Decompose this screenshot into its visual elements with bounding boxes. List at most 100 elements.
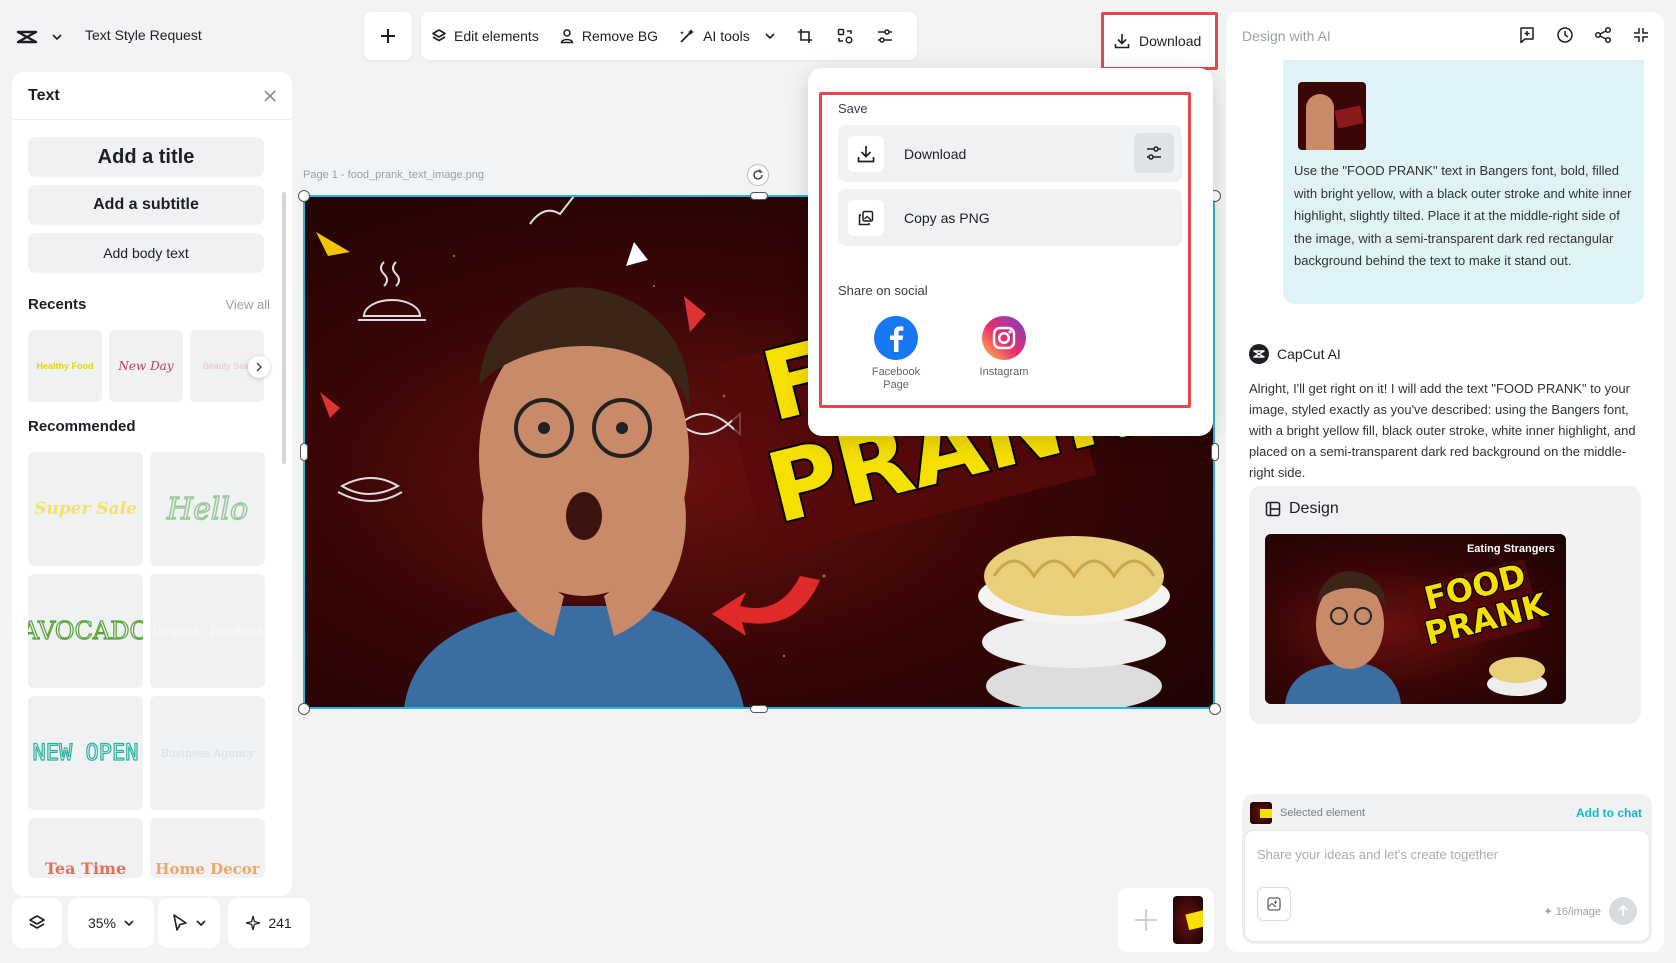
- resize-handle-bottom[interactable]: [750, 705, 768, 713]
- collapse-icon[interactable]: [1632, 26, 1650, 44]
- layers-icon: [29, 915, 45, 929]
- ai-panel-title: Design with AI: [1242, 28, 1331, 44]
- ai-message-text: Alright, I'll get right on it! I will ad…: [1249, 381, 1636, 480]
- recommended-heading: Recommended: [28, 418, 136, 435]
- download-settings-button[interactable]: [1134, 133, 1174, 173]
- adjust-button[interactable]: [865, 12, 905, 60]
- chevron-down-icon: [52, 34, 62, 40]
- add-subtitle-button[interactable]: Add a subtitle: [28, 185, 264, 225]
- resize-handle-right[interactable]: [1211, 443, 1219, 461]
- download-dropdown: Save Download Copy as PNG Share on socia…: [808, 68, 1213, 436]
- design-result-card[interactable]: Design Eating Strangers FOOD PRANK: [1249, 486, 1641, 724]
- magic-wand-icon: [680, 29, 695, 43]
- generation-cost: ✦ 16/image: [1543, 906, 1601, 918]
- facebook-label: Facebook Page: [871, 366, 921, 391]
- resize-handle-bottom-left[interactable]: [298, 703, 310, 715]
- design-result-artwork: Eating Strangers FOOD PRANK: [1285, 543, 1555, 704]
- resize-handle-left[interactable]: [300, 443, 308, 461]
- ai-tools-button[interactable]: AI tools: [668, 12, 785, 60]
- zoom-value: 35%: [87, 915, 117, 931]
- panel-scrollbar[interactable]: [282, 192, 286, 464]
- resize-handle-bottom-right[interactable]: [1209, 703, 1221, 715]
- recent-style-2[interactable]: New Day: [109, 330, 183, 402]
- sliders-icon: [877, 29, 892, 43]
- person-figure: [404, 287, 744, 708]
- design-result-image[interactable]: Eating Strangers FOOD PRANK: [1265, 534, 1566, 704]
- remove-bg-button[interactable]: Remove BG: [549, 12, 668, 60]
- download-label: Download: [1139, 33, 1202, 49]
- recents-heading: Recents: [28, 296, 87, 313]
- ai-tools-label: AI tools: [703, 28, 750, 44]
- credits-value: 241: [268, 915, 292, 931]
- recommended-style-hello[interactable]: Hello: [150, 452, 265, 566]
- credits-button[interactable]: 241: [228, 898, 310, 948]
- noodle-bowls: [978, 536, 1170, 708]
- text-panel: Text Add a title Add a subtitle Add body…: [12, 72, 292, 896]
- add-body-text-button[interactable]: Add body text: [28, 233, 264, 273]
- view-all-link[interactable]: View all: [225, 297, 270, 312]
- toolbar: Edit elements Remove BG AI tools: [421, 12, 917, 60]
- share-icon[interactable]: [1594, 26, 1612, 44]
- selected-element-row: Selected element: [1250, 802, 1365, 824]
- recommended-style-avocado[interactable]: AVOCADO: [28, 574, 143, 688]
- close-icon[interactable]: [264, 89, 276, 102]
- pointer-tool[interactable]: [158, 898, 220, 948]
- text-panel-title: Text: [28, 86, 60, 104]
- chat-input[interactable]: Share your ideas and let's create togeth…: [1244, 830, 1650, 942]
- rotate-handle[interactable]: [747, 164, 769, 186]
- download-button[interactable]: Download: [1108, 19, 1211, 63]
- user-attached-image[interactable]: [1298, 82, 1366, 150]
- recent-style-1[interactable]: Healthy Food: [28, 330, 102, 402]
- text-panel-header: Text: [12, 72, 292, 120]
- design-icon: [1265, 501, 1281, 517]
- layers-button[interactable]: [12, 898, 62, 948]
- selected-element-label: Selected element: [1280, 807, 1365, 819]
- add-button[interactable]: [364, 12, 412, 60]
- add-to-chat-button[interactable]: Add to chat: [1576, 806, 1642, 820]
- chevron-right-icon: [256, 362, 262, 372]
- send-button[interactable]: [1609, 897, 1637, 925]
- share-instagram-button[interactable]: Instagram: [964, 316, 1044, 379]
- chevron-down-icon: [124, 920, 134, 926]
- zoom-control[interactable]: 35%: [68, 898, 154, 948]
- recommended-style-tea-time[interactable]: Tea Time: [28, 818, 143, 878]
- edit-elements-button[interactable]: Edit elements: [421, 12, 549, 60]
- capcut-logo[interactable]: [16, 24, 76, 50]
- add-title-button[interactable]: Add a title: [28, 137, 264, 177]
- attach-image-button[interactable]: [1257, 887, 1291, 921]
- share-heading: Share on social: [838, 283, 928, 298]
- image-upload-icon: [1267, 897, 1281, 911]
- recommended-style-organic[interactable]: Organic Product: [150, 574, 265, 688]
- new-chat-icon[interactable]: [1518, 26, 1536, 44]
- capcut-logo-icon: [16, 30, 38, 44]
- settings-sliders-icon: [1147, 146, 1161, 160]
- recommended-style-business[interactable]: Business Agency: [150, 696, 265, 810]
- document-title[interactable]: Text Style Request: [85, 27, 202, 43]
- history-icon[interactable]: [1556, 26, 1574, 44]
- page-thumbnails: [1118, 888, 1214, 952]
- edit-elements-label: Edit elements: [454, 28, 539, 44]
- add-page-icon[interactable]: [1132, 906, 1160, 934]
- recommended-style-new-open[interactable]: NEW OPEN: [28, 696, 143, 810]
- ai-chat-panel: Design with AI Use the "FOOD PRANK" text…: [1226, 12, 1664, 952]
- share-facebook-button[interactable]: Facebook Page: [856, 316, 936, 392]
- download-option-icon-wrap: [848, 135, 884, 172]
- copy-image-icon: [858, 210, 874, 225]
- page-thumbnail[interactable]: [1173, 896, 1203, 944]
- recommended-style-super-sale[interactable]: Super Sale: [28, 452, 143, 566]
- resize-handle-top-left[interactable]: [298, 190, 310, 202]
- remove-bg-label: Remove BG: [581, 28, 659, 44]
- user-message-text: Use the "FOOD PRANK" text in Bangers fon…: [1294, 163, 1632, 268]
- layers-icon: [432, 29, 446, 42]
- copy-as-png-option[interactable]: Copy as PNG: [838, 189, 1182, 246]
- replace-button[interactable]: [825, 12, 865, 60]
- ai-sender: CapCut AI: [1249, 344, 1341, 364]
- recommended-style-home-decor[interactable]: Home Decor: [150, 818, 265, 878]
- cursor-icon: [173, 914, 187, 931]
- download-option[interactable]: Download: [838, 125, 1182, 182]
- resize-handle-top[interactable]: [750, 192, 768, 200]
- recents-next-button[interactable]: [248, 356, 270, 378]
- download-button-highlight: Download: [1101, 12, 1218, 70]
- crop-button[interactable]: [785, 12, 825, 60]
- capcut-ai-avatar-icon: [1249, 344, 1269, 364]
